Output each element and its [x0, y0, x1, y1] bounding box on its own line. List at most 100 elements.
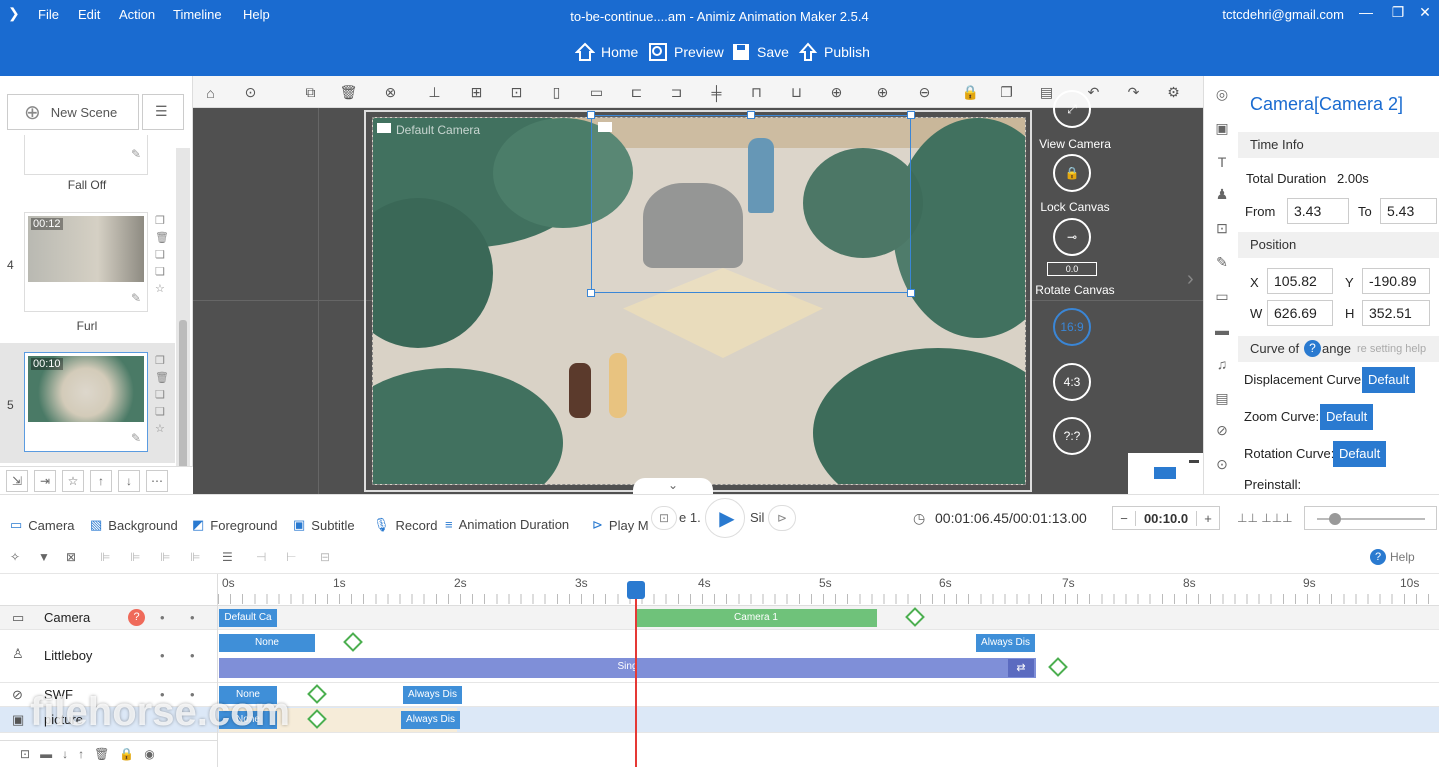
track-bar[interactable]: Sing: [219, 658, 1036, 678]
copy-icon[interactable]: ❐: [155, 214, 169, 227]
track-bar[interactable]: Always Dis: [401, 711, 460, 729]
track-bar[interactable]: Always Dis: [976, 634, 1035, 652]
align-top-icon[interactable]: ▭: [586, 82, 607, 103]
lock-icon[interactable]: 🔒: [960, 82, 981, 103]
mini-preview[interactable]: ▬: [1128, 453, 1203, 494]
visibility-dot[interactable]: •: [160, 648, 165, 663]
help-icon[interactable]: ?: [1304, 340, 1321, 357]
more-icon[interactable]: ⊙: [1212, 456, 1232, 476]
clear-icon[interactable]: ⊠: [66, 550, 76, 564]
home-button[interactable]: Home: [575, 42, 638, 62]
camera-add-icon[interactable]: ⊡: [20, 747, 30, 761]
delete-icon[interactable]: 🗑: [155, 371, 169, 384]
video-icon[interactable]: ▤: [1212, 390, 1232, 410]
distribute-icon[interactable]: ⊞: [466, 82, 487, 103]
snap-icon[interactable]: ⊟: [320, 550, 330, 564]
arrow-down-icon[interactable]: ↓: [118, 469, 140, 492]
preview-scene-icon[interactable]: ⊡: [651, 506, 677, 530]
play-mode-button[interactable]: ⊳ Play M: [592, 517, 649, 533]
image-icon[interactable]: ▣: [1212, 120, 1232, 140]
scrollbar-thumb[interactable]: [179, 320, 187, 470]
shift-right-icon[interactable]: ⊢: [286, 550, 296, 564]
help-link[interactable]: ? Help: [1370, 549, 1415, 565]
track-bar[interactable]: Default Ca: [219, 609, 277, 627]
expand-panel-icon[interactable]: ›: [1187, 268, 1194, 291]
resize-handle[interactable]: [587, 111, 595, 119]
publish-button[interactable]: Publish: [798, 42, 870, 62]
edit-icon[interactable]: ✎: [131, 431, 141, 445]
effect-icon[interactable]: ✎: [1212, 254, 1232, 274]
collapse-stage-icon[interactable]: ⌄: [633, 478, 713, 494]
more-icon[interactable]: ⋯: [146, 469, 168, 492]
rotate-dial[interactable]: ⊸: [1053, 218, 1091, 256]
zoom-in-icon[interactable]: ⊕: [872, 82, 893, 103]
loop-icon[interactable]: ⇄: [1008, 659, 1034, 677]
arrow-down-icon[interactable]: ↓: [62, 747, 68, 761]
delete-icon[interactable]: 🗑: [155, 231, 169, 244]
minimize-icon[interactable]: —: [1355, 4, 1377, 20]
track-bar[interactable]: None: [219, 634, 315, 652]
align-middle-icon[interactable]: ⊐: [666, 82, 687, 103]
folder-icon[interactable]: ▬: [1212, 322, 1232, 342]
align-end-icon[interactable]: ⊫: [190, 550, 200, 564]
w-input[interactable]: 626.69: [1267, 300, 1333, 326]
duplicate-icon[interactable]: ❏: [155, 248, 169, 261]
distribute-icon[interactable]: ☰: [222, 550, 233, 564]
curve-help-link[interactable]: re setting help: [1357, 336, 1426, 362]
edit-icon[interactable]: ✎: [131, 147, 141, 161]
h-input[interactable]: 352.51: [1362, 300, 1430, 326]
star-icon[interactable]: ☆: [155, 282, 169, 295]
track-bar[interactable]: Camera 1: [635, 609, 877, 627]
crop-icon[interactable]: ⧉: [300, 82, 321, 103]
minimize-icon[interactable]: ▬: [1189, 455, 1199, 466]
warning-icon[interactable]: ?: [128, 609, 145, 626]
ratio-4-3-button[interactable]: 4:3: [1053, 363, 1091, 401]
export-icon[interactable]: ⇥: [34, 469, 56, 492]
lock-dot[interactable]: •: [190, 610, 195, 625]
shape-icon[interactable]: ◎: [1212, 86, 1232, 106]
close-icon[interactable]: ✕: [1414, 4, 1436, 21]
save-button[interactable]: Save: [731, 42, 789, 62]
new-scene-button[interactable]: ⊕ New Scene: [7, 94, 139, 130]
align-bottom-icon[interactable]: ⊏: [626, 82, 647, 103]
folder-icon[interactable]: ▬: [40, 747, 52, 761]
add-subtitle-button[interactable]: ▣ Subtitle: [293, 517, 355, 533]
from-input[interactable]: 3.43: [1287, 198, 1349, 224]
paste-icon[interactable]: ❏: [155, 405, 169, 418]
align-vertical-icon[interactable]: ╪: [706, 82, 727, 103]
import-icon[interactable]: ⇲: [6, 469, 28, 492]
view-camera-button[interactable]: ⤢: [1053, 90, 1091, 128]
rotation-curve-button[interactable]: Default: [1333, 441, 1387, 467]
edit-icon[interactable]: ✎: [131, 291, 141, 305]
text-icon[interactable]: T: [1212, 154, 1232, 174]
zoom-out-icon[interactable]: ⊖: [914, 82, 935, 103]
resize-handle[interactable]: [907, 111, 915, 119]
more-icon[interactable]: ⊙: [240, 82, 261, 103]
zoom-out-button[interactable]: −: [1113, 511, 1135, 526]
add-foreground-button[interactable]: ◩ Foreground: [192, 517, 278, 533]
eye-icon[interactable]: ◉: [144, 747, 154, 761]
arrow-up-icon[interactable]: ↑: [78, 747, 84, 761]
delete-icon[interactable]: 🗑: [94, 747, 109, 761]
arrow-up-icon[interactable]: ↑: [90, 469, 112, 492]
home-icon[interactable]: ⌂: [200, 82, 221, 103]
playhead-handle[interactable]: [627, 581, 645, 599]
add-camera-button[interactable]: ▭ Camera: [10, 517, 75, 533]
zoom-in-button[interactable]: +: [1197, 511, 1219, 526]
ratio-custom-button[interactable]: ?:?: [1053, 417, 1091, 455]
align-left-icon[interactable]: ▯: [546, 82, 567, 103]
settings-icon[interactable]: ⚙: [1163, 82, 1184, 103]
timeline-zoom-slider[interactable]: [1304, 506, 1437, 530]
group-icon[interactable]: ⊡: [506, 82, 527, 103]
copy-icon[interactable]: ❐: [155, 354, 169, 367]
scene-card-selected[interactable]: 00:10 ✎: [24, 352, 148, 452]
duplicate-icon[interactable]: ❏: [155, 388, 169, 401]
align-center-icon[interactable]: ⊥: [424, 82, 445, 103]
filter-icon[interactable]: ▼: [38, 550, 50, 564]
displacement-curve-button[interactable]: Default: [1362, 367, 1416, 393]
add-background-button[interactable]: ▧ Background: [90, 517, 178, 533]
scene-card[interactable]: 00:12 ✎: [24, 212, 148, 312]
delete-icon[interactable]: 🗑: [338, 82, 359, 103]
align-horizontal-icon[interactable]: ⊓: [746, 82, 767, 103]
distribute-h-icon[interactable]: ⊔: [786, 82, 807, 103]
